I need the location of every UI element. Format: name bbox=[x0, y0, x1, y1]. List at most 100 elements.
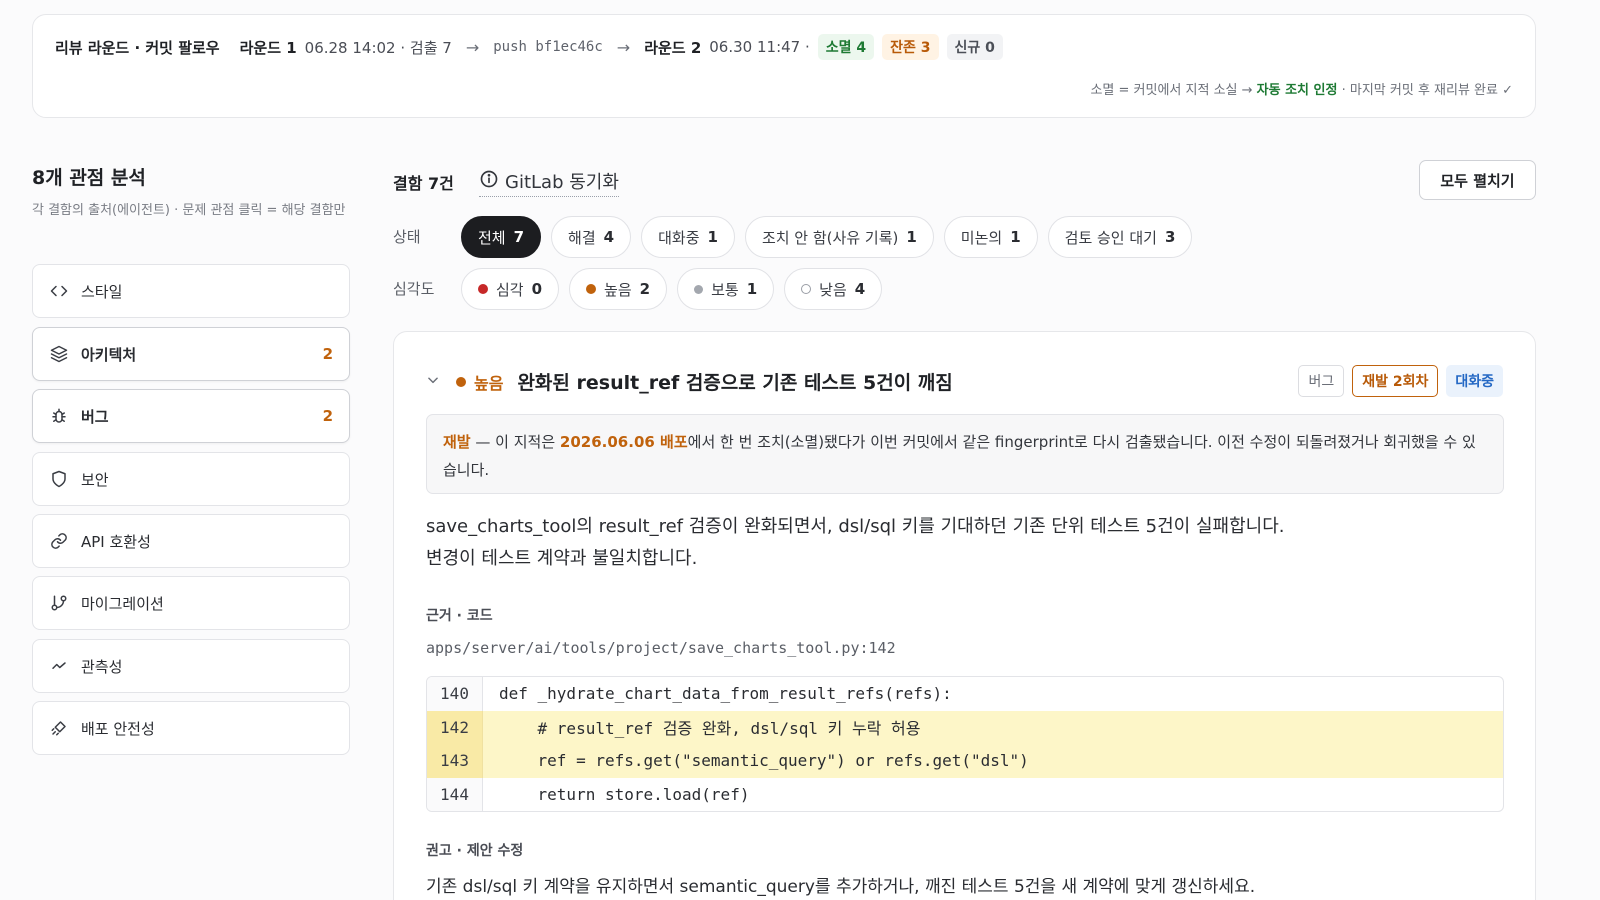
line-number: 144 bbox=[427, 777, 483, 811]
line-number: 143 bbox=[427, 744, 483, 778]
round1-label: 라운드 1 bbox=[239, 38, 297, 57]
banner-note: 소멸 = 커밋에서 지적 소실 → 자동 조치 인정 · 마지막 커밋 후 재리… bbox=[1090, 79, 1513, 98]
severity-label: 높음 bbox=[474, 373, 504, 393]
severity-filter-high[interactable]: 높음 2 bbox=[569, 268, 668, 310]
sidebar-item-label: 배포 안전성 bbox=[81, 719, 155, 738]
badge-resolved: 소멸 4 bbox=[817, 34, 875, 60]
severity-filter-group: 심각 0 높음 2 보통 1 낮음 4 bbox=[461, 268, 883, 310]
sidebar-subtitle: 각 결함의 출처(에이전트) · 문제 관점 클릭 = 해당 결함만 bbox=[32, 203, 346, 218]
recurrence-tag: 재발 2회차 bbox=[1352, 365, 1439, 397]
finding-card: 높음 완화된 result_ref 검증으로 기존 테스트 5건이 깨짐 버그 … bbox=[393, 331, 1536, 900]
filter-label: 검토 승인 대기 bbox=[1064, 228, 1157, 247]
arrow-right-icon: → bbox=[465, 37, 480, 57]
line-text: def _hydrate_chart_data_from_result_refs… bbox=[499, 684, 952, 704]
sidebar-item-deploy-safety[interactable]: 배포 안전성 bbox=[32, 701, 350, 755]
badge-remaining: 잔존 3 bbox=[882, 34, 939, 60]
code-line: 140 def _hydrate_chart_data_from_result_… bbox=[427, 677, 1503, 711]
sidebar-item-api-compat[interactable]: API 호환성 bbox=[32, 514, 350, 568]
severity-filter-medium[interactable]: 보통 1 bbox=[677, 268, 775, 310]
chevron-down-icon[interactable] bbox=[426, 373, 440, 391]
filter-label: 높음 bbox=[604, 280, 632, 299]
round1-meta: 06.28 14:02 · 검출 7 bbox=[304, 38, 452, 57]
file-path-link[interactable]: apps/server/ai/tools/project/save_charts… bbox=[426, 639, 896, 657]
finding-title: 완화된 result_ref 검증으로 기존 테스트 5건이 깨짐 bbox=[517, 372, 953, 394]
git-branch-icon bbox=[49, 593, 69, 613]
link-icon bbox=[49, 531, 69, 551]
category-tag: 버그 bbox=[1298, 365, 1345, 397]
filter-count: 7 bbox=[513, 228, 525, 246]
severity-filter-critical[interactable]: 심각 0 bbox=[461, 268, 560, 310]
sidebar-title: 8개 관점 분석 bbox=[32, 167, 146, 189]
sidebar-item-migration[interactable]: 마이그레이션 bbox=[32, 576, 350, 630]
push-commit: push bf1ec46c bbox=[493, 39, 603, 55]
round2-label: 라운드 2 bbox=[644, 38, 702, 57]
filter-count: 0 bbox=[531, 280, 543, 298]
finding-header[interactable]: 높음 완화된 result_ref 검증으로 기존 테스트 5건이 깨짐 bbox=[426, 368, 953, 395]
bug-icon bbox=[49, 406, 69, 426]
sidebar-item-label: 버그 bbox=[81, 407, 109, 426]
status-filter-resolved[interactable]: 해결 4 bbox=[551, 216, 632, 258]
note-suffix: · 마지막 커밋 후 재리뷰 완료 ✓ bbox=[1341, 83, 1513, 98]
round-timeline: 리뷰 라운드 · 커밋 팔로우 라운드 1 06.28 14:02 · 검출 7… bbox=[55, 34, 1003, 60]
status-filter-group: 전체 7 해결 4 대화중 1 조치 안 함(사유 기록) 1 미논의 1 검토 승인 대… bbox=[461, 216, 1193, 258]
code-icon bbox=[49, 281, 69, 301]
expand-all-button[interactable]: 모두 펼치기 bbox=[1419, 160, 1536, 200]
line-number: 140 bbox=[427, 677, 483, 711]
filter-label: 대화중 bbox=[658, 228, 700, 247]
line-number: 142 bbox=[427, 710, 483, 744]
sidebar-item-observability[interactable]: 관측성 bbox=[32, 639, 350, 693]
rocket-icon bbox=[49, 718, 69, 738]
recurrence-notice: 재발 — 이 지적은 2026.06.06 배포에서 한 번 조치(소멸)됐다가… bbox=[426, 414, 1504, 494]
sidebar-item-bug[interactable]: 버그 2 bbox=[32, 389, 350, 443]
code-line-highlighted: 143 ref = refs.get("semantic_query") or … bbox=[427, 744, 1503, 778]
recommendation-text: 기존 dsl/sql 키 계약을 유지하면서 semantic_query를 추… bbox=[426, 877, 1256, 897]
banner-title: 리뷰 라운드 · 커밋 팔로우 bbox=[55, 38, 220, 57]
evidence-label: 근거 · 코드 bbox=[426, 608, 493, 624]
shield-icon bbox=[49, 469, 69, 489]
status-tag: 대화중 bbox=[1446, 365, 1503, 397]
sidebar-item-label: 아키텍처 bbox=[81, 345, 137, 364]
sidebar-item-label: API 호환성 bbox=[81, 532, 151, 551]
filter-count: 1 bbox=[1010, 228, 1021, 246]
filter-label: 심각 bbox=[496, 280, 524, 299]
sidebar-item-label: 마이그레이션 bbox=[81, 594, 164, 613]
arrow-right-icon: → bbox=[616, 37, 631, 57]
filter-label: 해결 bbox=[568, 228, 596, 247]
severity-dot-icon bbox=[694, 284, 704, 294]
filter-count: 4 bbox=[603, 228, 615, 246]
recurrence-mid: — 이 지적은 bbox=[475, 433, 556, 451]
info-icon bbox=[479, 169, 499, 194]
status-filter-pending-approval[interactable]: 검토 승인 대기 3 bbox=[1047, 216, 1193, 258]
filter-label: 낮음 bbox=[819, 280, 847, 299]
status-filter-all[interactable]: 전체 7 bbox=[461, 216, 542, 258]
sidebar-item-count: 2 bbox=[322, 345, 333, 363]
status-filter-undiscussed[interactable]: 미논의 1 bbox=[943, 216, 1038, 258]
status-filter-wont-fix[interactable]: 조치 안 함(사유 기록) 1 bbox=[744, 216, 934, 258]
severity-filter-low[interactable]: 낮음 4 bbox=[784, 268, 883, 310]
line-text: return store.load(ref) bbox=[499, 784, 750, 804]
severity-filter-label: 심각도 bbox=[393, 280, 435, 298]
sidebar-item-style[interactable]: 스타일 bbox=[32, 264, 350, 318]
line-text: ref = refs.get("semantic_query") or refs… bbox=[499, 751, 1029, 771]
note-prefix: 소멸 = 커밋에서 지적 소실 → bbox=[1090, 83, 1253, 98]
line-text: # result_ref 검증 완화, dsl/sql 키 누락 허용 bbox=[499, 719, 921, 739]
severity-indicator: 높음 bbox=[456, 370, 503, 394]
sidebar-item-security[interactable]: 보안 bbox=[32, 452, 350, 506]
filter-count: 1 bbox=[746, 280, 758, 298]
badge-new: 신규 0 bbox=[946, 34, 1003, 60]
gitlab-sync-link[interactable]: GitLab 동기화 bbox=[479, 168, 619, 197]
note-strong: 자동 조치 인정 bbox=[1256, 83, 1338, 98]
sidebar-item-architecture[interactable]: 아키텍처 2 bbox=[32, 327, 350, 381]
gitlab-sync-label: GitLab 동기화 bbox=[505, 172, 619, 193]
recurrence-deploy: 2026.06.06 배포 bbox=[559, 433, 688, 451]
filter-count: 1 bbox=[707, 228, 718, 246]
status-filter-in-discussion[interactable]: 대화중 1 bbox=[641, 216, 735, 258]
filter-label: 전체 bbox=[478, 228, 506, 247]
filter-count: 1 bbox=[906, 228, 917, 246]
filter-label: 조치 안 함(사유 기록) bbox=[761, 228, 899, 247]
sidebar-item-count: 2 bbox=[322, 407, 333, 425]
filter-label: 미논의 bbox=[960, 228, 1003, 247]
review-round-banner: 리뷰 라운드 · 커밋 팔로우 라운드 1 06.28 14:02 · 검출 7… bbox=[32, 14, 1536, 118]
sidebar-item-label: 보안 bbox=[81, 470, 109, 489]
severity-ring-icon bbox=[801, 284, 812, 294]
